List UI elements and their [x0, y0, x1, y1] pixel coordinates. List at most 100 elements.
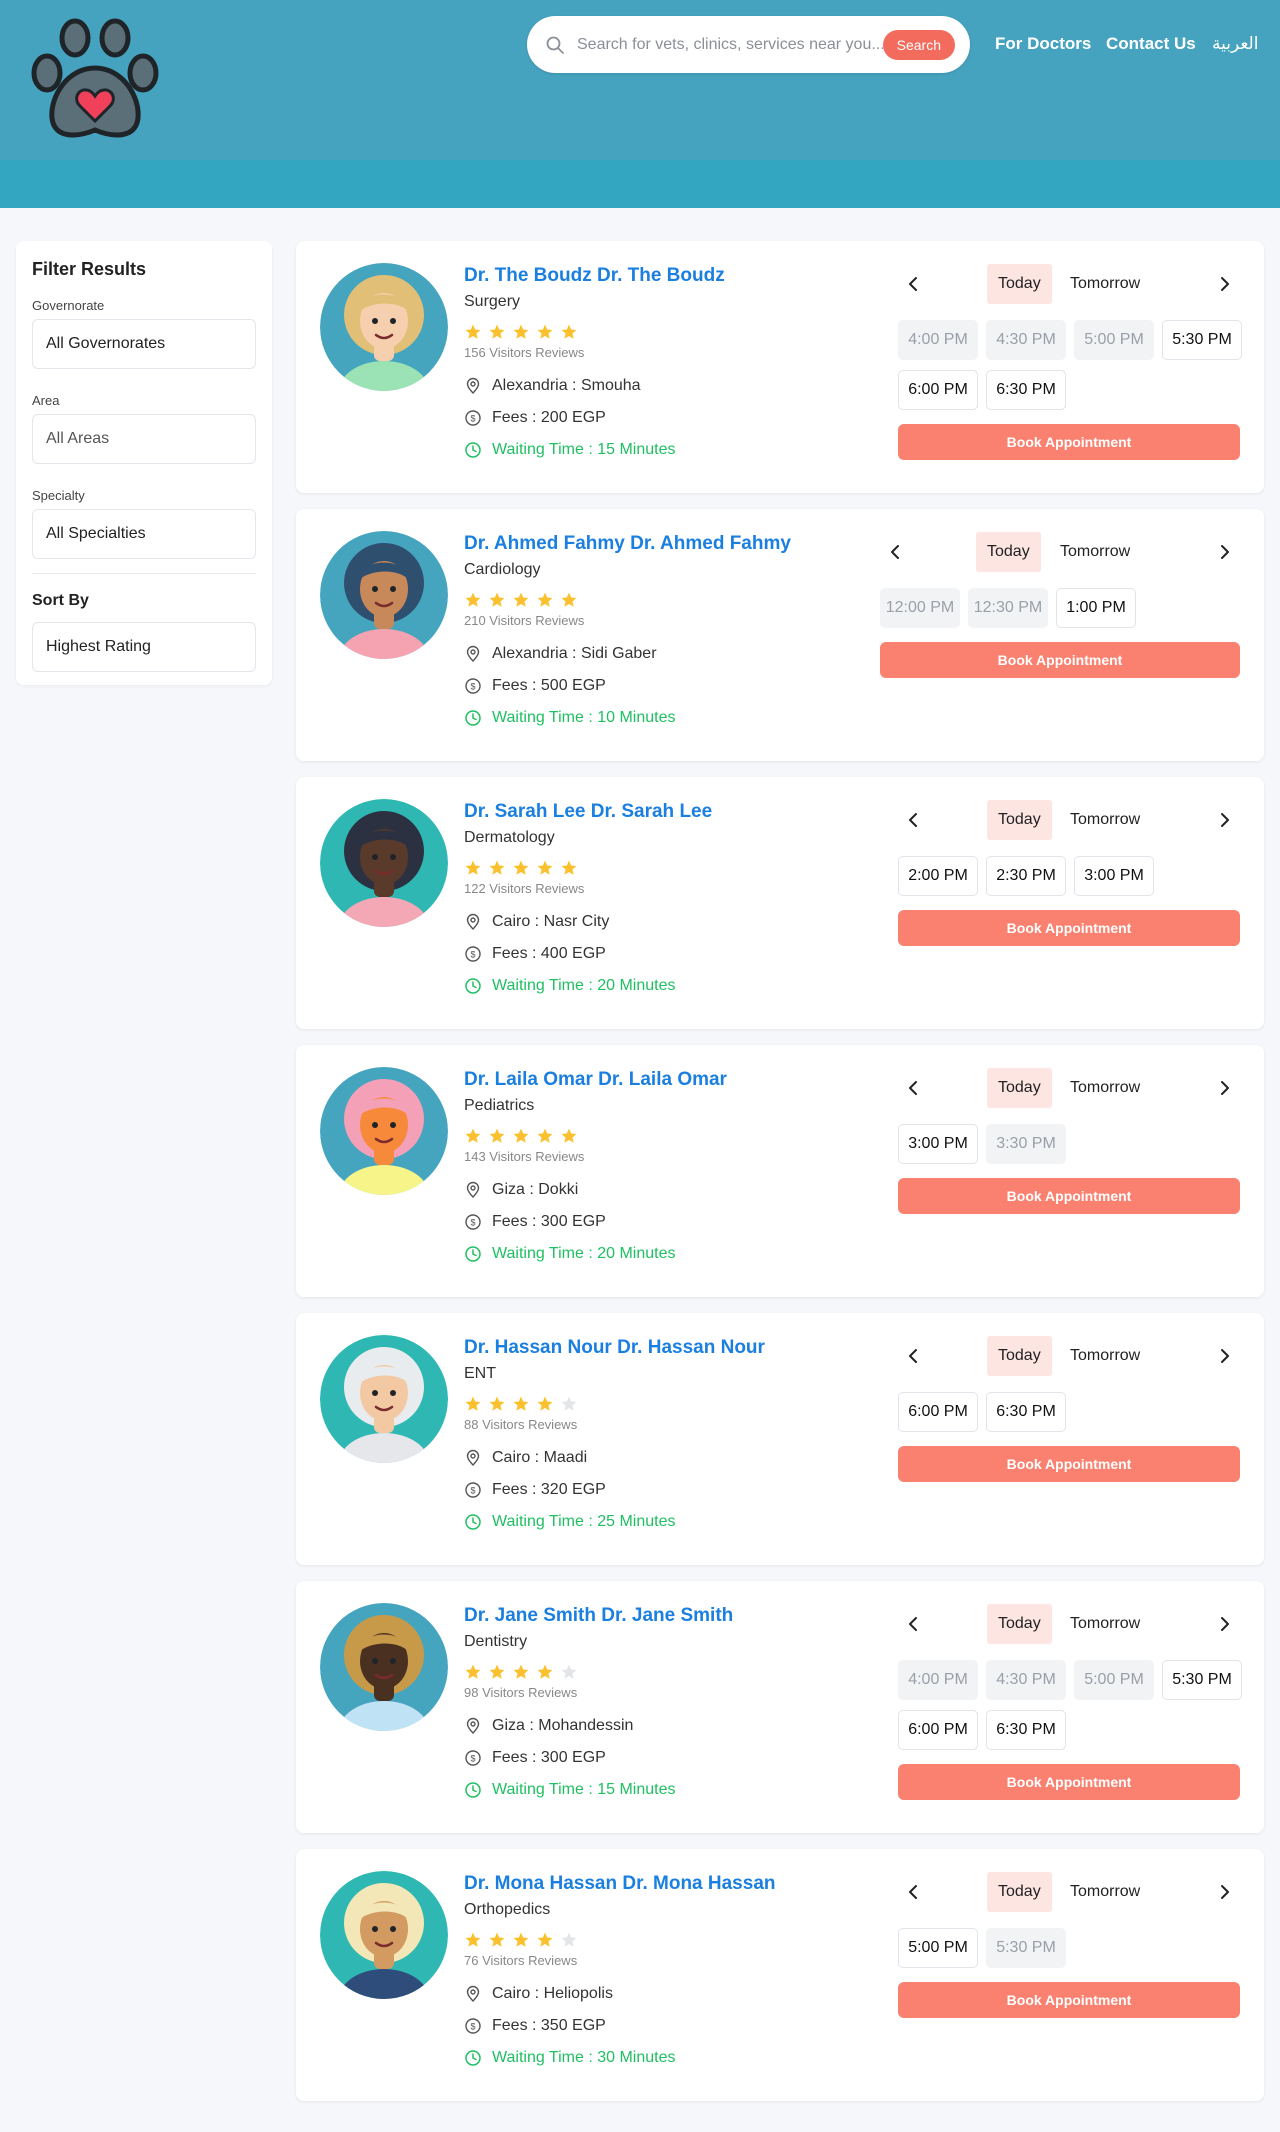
governorate-select[interactable]: All Governorates — [32, 319, 256, 369]
book-appointment-button[interactable]: Book Appointment — [898, 1178, 1240, 1214]
chevron-right-icon[interactable] — [1216, 1616, 1232, 1632]
star-filled-icon — [489, 1396, 505, 1411]
fees-row: $ Fees : 500 EGP — [464, 677, 791, 695]
chevron-right-icon[interactable] — [1216, 1080, 1232, 1096]
doctor-specialty: Cardiology — [464, 561, 541, 578]
time-slot-button: 4:30 PM — [986, 1660, 1066, 1700]
location-icon — [466, 1717, 480, 1734]
chevron-left-icon[interactable] — [888, 544, 904, 560]
star-filled-icon — [489, 1664, 505, 1679]
site-header: Search For Doctors Contact Us العربية — [0, 0, 1280, 208]
chevron-right-icon[interactable] — [1216, 812, 1232, 828]
doctor-name-link[interactable]: Dr. The Boudz Dr. The Boudz — [464, 265, 725, 289]
nav-contact-us[interactable]: Contact Us — [1106, 34, 1196, 54]
star-filled-icon — [465, 1664, 481, 1679]
doctor-card: Dr. Laila Omar Dr. Laila Omar Pediatrics 1… — [296, 1045, 1264, 1297]
day-tomorrow-tab[interactable]: Tomorrow — [1060, 543, 1130, 561]
day-today-tab[interactable]: Today — [987, 1604, 1052, 1644]
location-icon — [466, 645, 480, 662]
chevron-left-icon[interactable] — [906, 276, 922, 292]
chevron-left-icon[interactable] — [906, 1080, 922, 1096]
book-appointment-button[interactable]: Book Appointment — [898, 1982, 1240, 2018]
appointment-schedule: Today Tomorrow 4:00 PM 4:30 PM 5:00 PM 5:30 P… — [898, 264, 1242, 460]
time-slot-button[interactable]: 2:00 PM — [898, 856, 978, 896]
nav-language-arabic[interactable]: العربية — [1212, 34, 1258, 54]
location-row: Cairo : Heliopolis — [464, 1985, 776, 2003]
doctor-name-link[interactable]: Dr. Hassan Nour Dr. Hassan Nour — [464, 1337, 765, 1361]
doctor-name-link[interactable]: Dr. Sarah Lee Dr. Sarah Lee — [464, 801, 712, 825]
doctor-name-link[interactable]: Dr. Laila Omar Dr. Laila Omar — [464, 1069, 727, 1093]
chevron-left-icon[interactable] — [906, 1616, 922, 1632]
time-slots: 6:00 PM 6:30 PM — [898, 1392, 1162, 1432]
chevron-right-icon[interactable] — [1216, 544, 1232, 560]
time-slot-button[interactable]: 5:30 PM — [1162, 1660, 1242, 1700]
day-today-tab[interactable]: Today — [976, 532, 1041, 572]
star-filled-icon — [561, 592, 577, 607]
time-slot-button[interactable]: 3:00 PM — [1074, 856, 1154, 896]
time-slot-button[interactable]: 5:30 PM — [1162, 320, 1242, 360]
time-slot-button[interactable]: 2:30 PM — [986, 856, 1066, 896]
star-filled-icon — [561, 1128, 577, 1143]
location-row: Giza : Dokki — [464, 1181, 727, 1199]
book-appointment-button[interactable]: Book Appointment — [898, 424, 1240, 460]
chevron-left-icon[interactable] — [906, 1884, 922, 1900]
rating-stars — [464, 1127, 727, 1147]
chevron-left-icon[interactable] — [906, 1348, 922, 1364]
rating-stars — [464, 1663, 733, 1683]
appointment-schedule: Today Tomorrow 12:00 PM 12:30 PM 1:00 PM Book… — [880, 532, 1240, 678]
waiting-text: Waiting Time : 20 Minutes — [492, 977, 676, 994]
day-today-tab[interactable]: Today — [987, 1068, 1052, 1108]
time-slot-button[interactable]: 6:30 PM — [986, 1392, 1066, 1432]
paw-heart-logo-icon[interactable] — [28, 18, 162, 142]
star-filled-icon — [537, 592, 553, 607]
fees-text: Fees : 300 EGP — [492, 1213, 606, 1230]
day-today-tab[interactable]: Today — [987, 1872, 1052, 1912]
appointment-schedule: Today Tomorrow 2:00 PM 2:30 PM 3:00 PM Book A… — [898, 800, 1240, 946]
reviews-count: 88 Visitors Reviews — [464, 1417, 578, 1432]
day-tomorrow-tab[interactable]: Tomorrow — [1070, 1079, 1140, 1097]
book-appointment-button[interactable]: Book Appointment — [898, 1446, 1240, 1482]
waiting-text: Waiting Time : 15 Minutes — [492, 441, 676, 458]
time-slot-button[interactable]: 3:00 PM — [898, 1124, 978, 1164]
doctor-name-link[interactable]: Dr. Ahmed Fahmy Dr. Ahmed Fahmy — [464, 533, 791, 557]
sort-select[interactable]: Highest Rating — [32, 622, 256, 672]
day-tomorrow-tab[interactable]: Tomorrow — [1070, 275, 1140, 293]
time-slot-button[interactable]: 6:00 PM — [898, 370, 978, 410]
chevron-right-icon[interactable] — [1216, 1884, 1232, 1900]
time-slot-button: 4:00 PM — [898, 1660, 978, 1700]
day-today-tab[interactable]: Today — [987, 800, 1052, 840]
doctor-specialty: Dentistry — [464, 1633, 528, 1650]
day-today-tab[interactable]: Today — [987, 264, 1052, 304]
appointment-schedule: Today Tomorrow 4:00 PM 4:30 PM 5:00 PM 5:30 P… — [898, 1604, 1242, 1800]
day-tomorrow-tab[interactable]: Tomorrow — [1070, 1615, 1140, 1633]
time-slot-button[interactable]: 6:00 PM — [898, 1392, 978, 1432]
location-row: Alexandria : Sidi Gaber — [464, 645, 791, 663]
doctor-name-link[interactable]: Dr. Jane Smith Dr. Jane Smith — [464, 1605, 733, 1629]
nav-for-doctors[interactable]: For Doctors — [995, 34, 1091, 54]
chevron-right-icon[interactable] — [1216, 276, 1232, 292]
time-slot-button[interactable]: 6:30 PM — [986, 1710, 1066, 1750]
day-tomorrow-tab[interactable]: Tomorrow — [1070, 1347, 1140, 1365]
appointment-schedule: Today Tomorrow 5:00 PM 5:30 PM Book Appointm… — [898, 1872, 1240, 2018]
time-slots: 4:00 PM 4:30 PM 5:00 PM 5:30 PM 6:00 PM 6:30 … — [898, 1660, 1250, 1750]
search-input[interactable] — [577, 35, 883, 54]
time-slot-button[interactable]: 5:00 PM — [898, 1928, 978, 1968]
time-slot-button[interactable]: 6:00 PM — [898, 1710, 978, 1750]
fees-row: $ Fees : 300 EGP — [464, 1749, 733, 1767]
doctor-avatar — [320, 799, 448, 927]
search-button[interactable]: Search — [882, 29, 955, 60]
book-appointment-button[interactable]: Book Appointment — [880, 642, 1240, 678]
time-slot-button[interactable]: 1:00 PM — [1056, 588, 1136, 628]
book-appointment-button[interactable]: Book Appointment — [898, 910, 1240, 946]
chevron-left-icon[interactable] — [906, 812, 922, 828]
chevron-right-icon[interactable] — [1216, 1348, 1232, 1364]
time-slot-button[interactable]: 6:30 PM — [986, 370, 1066, 410]
doctor-name-link[interactable]: Dr. Mona Hassan Dr. Mona Hassan — [464, 1873, 776, 1897]
day-today-tab[interactable]: Today — [987, 1336, 1052, 1376]
book-appointment-button[interactable]: Book Appointment — [898, 1764, 1240, 1800]
area-select[interactable]: All Areas — [32, 414, 256, 464]
specialty-select[interactable]: All Specialties — [32, 509, 256, 559]
day-tomorrow-tab[interactable]: Tomorrow — [1070, 1883, 1140, 1901]
day-tomorrow-tab[interactable]: Tomorrow — [1070, 811, 1140, 829]
clock-icon — [465, 1246, 481, 1262]
